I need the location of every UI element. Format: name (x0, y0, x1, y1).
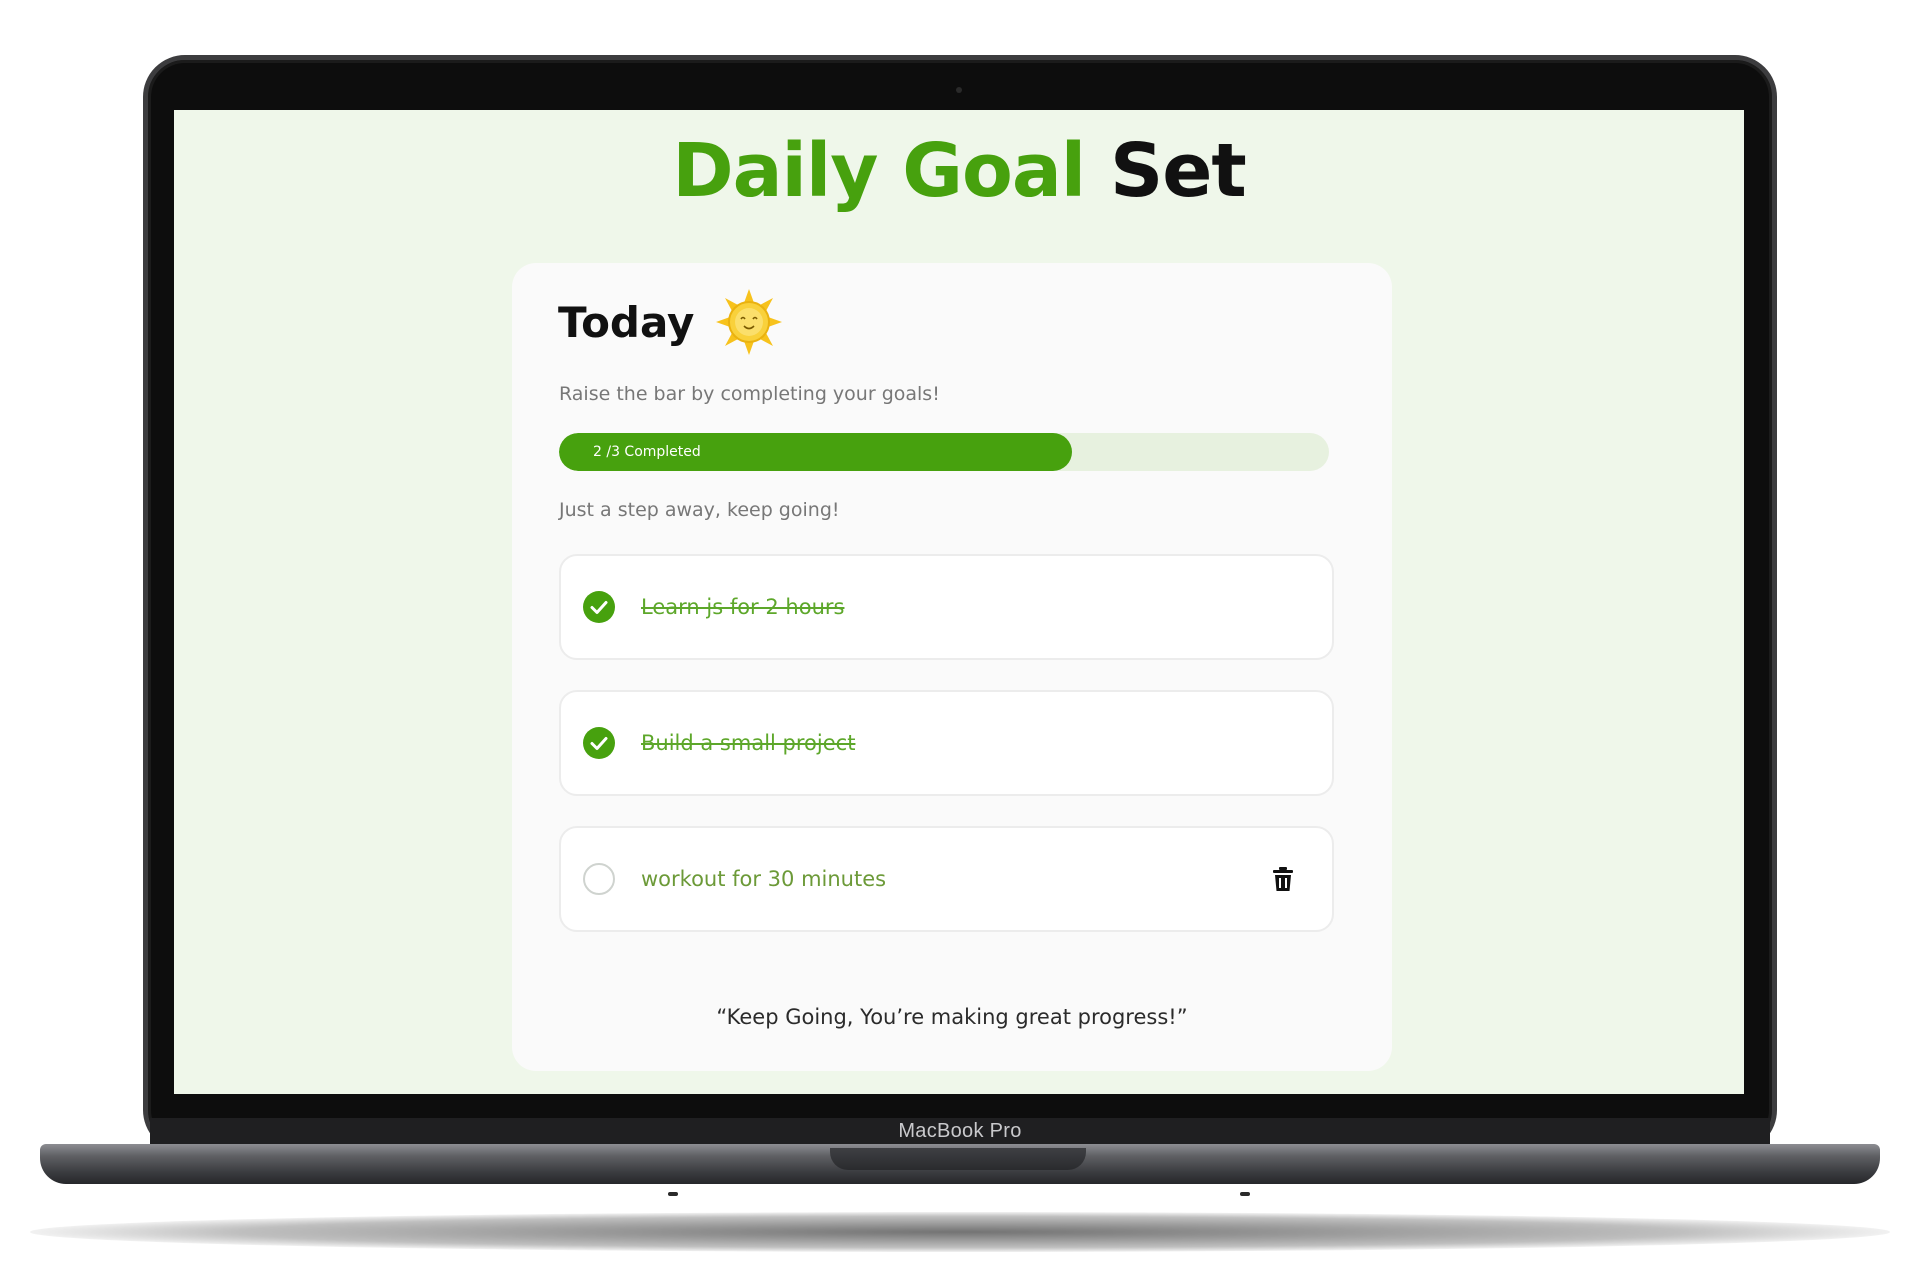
goal-item[interactable]: workout for 30 minutes (559, 826, 1334, 932)
laptop-base-notch (830, 1148, 1086, 1170)
card-subtitle: Raise the bar by completing your goals! (559, 383, 940, 405)
goal-checkbox-checked[interactable] (583, 727, 615, 759)
progress-bar: 2 /3 Completed (559, 433, 1329, 471)
laptop-screen: Daily Goal Set Today Raise the bar by co… (174, 110, 1744, 1094)
model-label: MacBook Pro (898, 1120, 1022, 1142)
goal-item[interactable]: Learn js for 2 hours (559, 554, 1334, 660)
checkmark-icon (590, 601, 608, 614)
laptop-foot (1240, 1192, 1250, 1196)
motivational-quote: “Keep Going, You’re making great progres… (716, 1005, 1188, 1029)
trash-icon[interactable] (1272, 866, 1294, 892)
app-title-accent: Daily Goal (672, 128, 1086, 214)
encouragement-text: Just a step away, keep going! (559, 499, 840, 521)
goal-text: Build a small project (641, 731, 856, 755)
smiling-sun-icon (716, 289, 783, 355)
today-header: Today (558, 287, 784, 357)
today-title: Today (558, 297, 695, 347)
checkmark-icon (590, 737, 608, 750)
camera-icon (956, 87, 962, 93)
goal-text: Learn js for 2 hours (641, 595, 845, 619)
goal-checkbox-unchecked[interactable] (583, 863, 615, 895)
goal-checkbox-checked[interactable] (583, 591, 615, 623)
app-title: Daily Goal Set (174, 128, 1744, 214)
laptop-shadow (30, 1212, 1890, 1252)
goal-text: workout for 30 minutes (641, 867, 887, 891)
progress-label: 2 /3 Completed (593, 444, 701, 460)
goal-item[interactable]: Build a small project (559, 690, 1334, 796)
laptop-foot (668, 1192, 678, 1196)
app-title-rest: Set (1109, 128, 1247, 214)
goals-card: Today Raise the bar by completing your g… (512, 263, 1392, 1071)
laptop-mockup: Daily Goal Set Today Raise the bar by co… (0, 0, 1920, 1280)
